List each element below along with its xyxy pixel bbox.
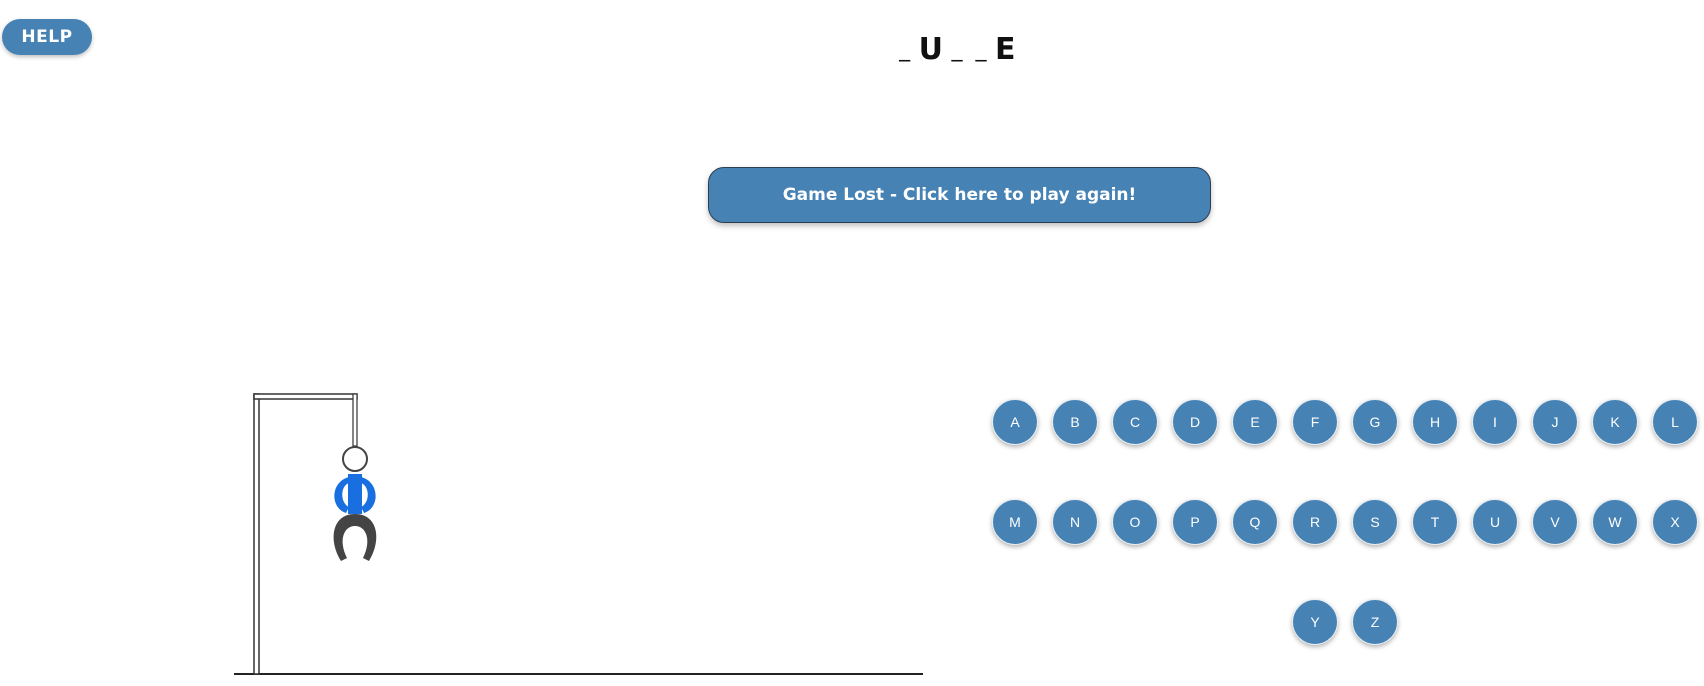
key-i[interactable]: I (1472, 399, 1518, 445)
letter-slot: U (918, 32, 943, 67)
key-z[interactable]: Z (1352, 599, 1398, 645)
key-w[interactable]: W (1592, 499, 1638, 545)
key-b[interactable]: B (1052, 399, 1098, 445)
letter-slot: _ (975, 37, 987, 62)
key-h[interactable]: H (1412, 399, 1458, 445)
key-r[interactable]: R (1292, 499, 1338, 545)
hangman-torso (348, 474, 362, 514)
key-d[interactable]: D (1172, 399, 1218, 445)
key-l[interactable]: L (1652, 399, 1698, 445)
key-m[interactable]: M (992, 499, 1038, 545)
gallows-post (253, 393, 260, 675)
play-again-button[interactable]: Game Lost - Click here to play again! (708, 167, 1211, 223)
hangman-drawing (234, 393, 923, 675)
hangman-head (342, 446, 368, 472)
letter-slot: E (994, 32, 1016, 67)
key-y[interactable]: Y (1292, 599, 1338, 645)
key-c[interactable]: C (1112, 399, 1158, 445)
key-f[interactable]: F (1292, 399, 1338, 445)
gallows-rope (352, 393, 358, 447)
key-n[interactable]: N (1052, 499, 1098, 545)
key-q[interactable]: Q (1232, 499, 1278, 545)
key-a[interactable]: A (992, 399, 1038, 445)
key-e[interactable]: E (1232, 399, 1278, 445)
help-button[interactable]: HELP (2, 19, 92, 55)
key-x[interactable]: X (1652, 499, 1698, 545)
hangman-arms (334, 477, 349, 513)
word-display: _ U _ _ E (880, 22, 1030, 70)
hangman-arms (361, 477, 376, 513)
key-v[interactable]: V (1532, 499, 1578, 545)
hangman-game: HELP _ U _ _ E Game Lost - Click here to… (0, 0, 1704, 686)
letter-slot: _ (899, 37, 911, 62)
key-k[interactable]: K (1592, 399, 1638, 445)
key-t[interactable]: T (1412, 499, 1458, 545)
letter-slot: _ (951, 37, 963, 62)
key-j[interactable]: J (1532, 399, 1578, 445)
key-s[interactable]: S (1352, 499, 1398, 545)
key-p[interactable]: P (1172, 499, 1218, 545)
key-u[interactable]: U (1472, 499, 1518, 545)
key-g[interactable]: G (1352, 399, 1398, 445)
key-o[interactable]: O (1112, 499, 1158, 545)
letter-keyboard: A B C D E F G H I J K L M N O P Q R S T … (990, 399, 1704, 649)
gallows-beam (253, 393, 358, 400)
hangman-legs (333, 514, 377, 561)
